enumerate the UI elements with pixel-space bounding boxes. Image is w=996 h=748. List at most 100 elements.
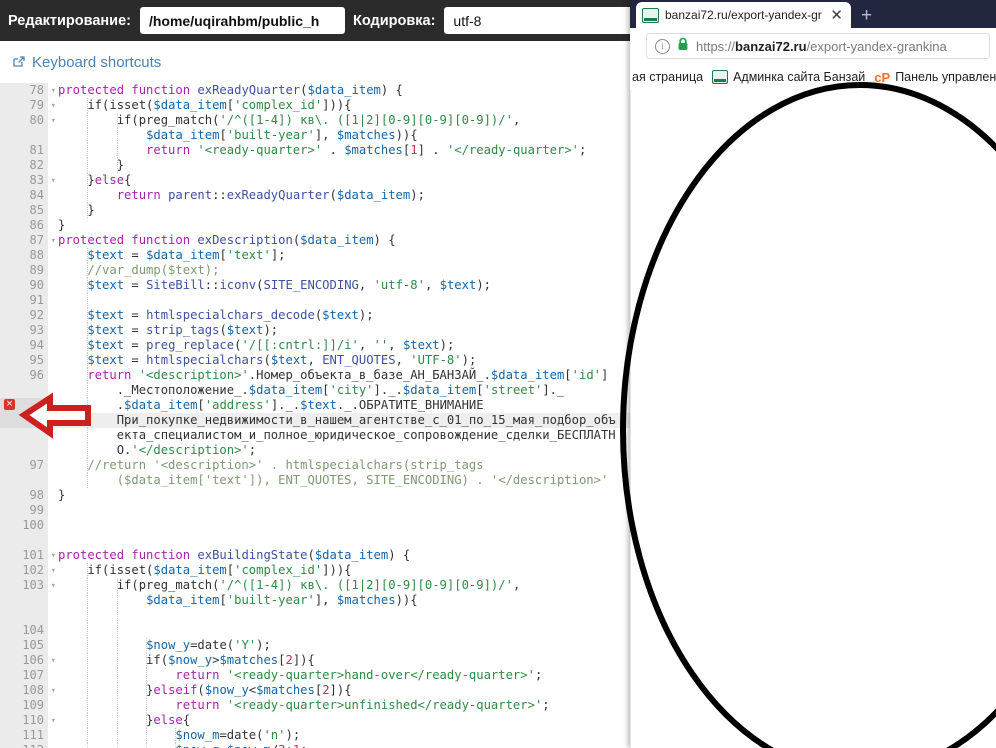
indent-guide	[87, 428, 89, 443]
code-token: $data_item	[490, 368, 565, 382]
code-token: ::	[204, 278, 220, 292]
line-number: 91	[0, 293, 48, 308]
code-token: );	[461, 353, 477, 367]
line-number	[0, 533, 48, 548]
code-token: }	[58, 683, 154, 697]
code-token: 'text'	[226, 248, 271, 262]
code-token: 3	[278, 743, 285, 748]
code-token: $text	[87, 353, 125, 367]
url-domain: banzai72.ru	[735, 38, 807, 54]
code-token: ])){	[322, 563, 352, 577]
line-number: 106 ▾	[0, 653, 56, 668]
code-token: 'UTF-8'	[410, 353, 462, 367]
indent-guide	[87, 263, 89, 278]
code-token: }	[58, 713, 154, 727]
bookmark-item[interactable]: Админка сайта Банзай	[712, 70, 865, 84]
code-token: $matches	[336, 128, 396, 142]
indent-guide	[116, 698, 119, 713]
code-token: $text	[270, 353, 308, 367]
code-token: );	[439, 338, 455, 352]
keyboard-shortcuts-link[interactable]: Keyboard shortcuts	[12, 54, 161, 71]
code-token: parent	[168, 188, 213, 202]
indent-guide	[87, 668, 89, 683]
indent-guide	[87, 638, 89, 653]
code-token: +	[286, 743, 293, 748]
code-token: =	[124, 308, 147, 322]
code-token: );	[285, 728, 301, 742]
new-tab-button[interactable]: +	[861, 6, 872, 25]
indent-guide	[145, 683, 148, 698]
code-token: else	[153, 713, 183, 727]
browser-tabstrip: banzai72.ru/export-yandex-gra ✕ +	[630, 0, 996, 28]
code-token: (	[300, 83, 308, 97]
code-token: ]._	[542, 383, 565, 397]
code-token: (	[197, 683, 205, 697]
file-path-input[interactable]: /home/uqirahbm/public_h	[139, 7, 345, 34]
code-token: $text	[322, 308, 359, 322]
code-token: [	[564, 368, 572, 382]
address-bar[interactable]: i https://banzai72.ru/export-yandex-gran…	[646, 33, 990, 59]
site-favicon-icon	[712, 70, 729, 84]
code-token: $data_item	[146, 593, 220, 607]
code-token: exReadyQuarter	[197, 83, 301, 97]
code-token: 2	[322, 683, 330, 697]
code-token: 2	[285, 653, 293, 667]
code-token: 'Y'	[234, 638, 257, 652]
indent-guide	[116, 128, 119, 143]
code-token: return	[58, 143, 198, 157]
bookmark-item[interactable]: cP Панель управления Б	[874, 70, 996, 85]
page-info-icon[interactable]: i	[655, 38, 670, 54]
code-token: preg_replace	[146, 338, 235, 352]
code-token: 'street'	[483, 383, 543, 397]
code-token: protected function	[58, 233, 198, 247]
indent-guide	[87, 458, 89, 473]
error-marker-icon[interactable]: ×	[4, 399, 15, 410]
code-token: 'city'	[329, 383, 374, 397]
close-icon[interactable]: ✕	[828, 8, 845, 23]
bookmark-item[interactable]: ая страница	[632, 70, 703, 84]
line-number: 89	[0, 263, 48, 278]
code-token: =date(	[190, 638, 235, 652]
code-token: $data_item	[153, 563, 227, 577]
indent-guide	[87, 308, 89, 323]
page-viewport[interactable]	[630, 90, 996, 748]
code-token: .	[58, 398, 125, 412]
code-token: ) {	[388, 548, 411, 562]
code-token: ._.ОБРАТИТЕ_ВНИМАНИЕ	[336, 398, 484, 412]
code-token: //var_dump($text);	[58, 263, 220, 277]
code-token: htmlspecialchars_decode	[146, 308, 315, 322]
code-token: $data_item	[146, 128, 220, 142]
code-token: При_покупке_недвижимости_в_нашем_агентст…	[58, 413, 616, 427]
line-number: 101 ▾	[0, 548, 56, 563]
browser-tab-active[interactable]: banzai72.ru/export-yandex-gra ✕	[636, 2, 851, 28]
bookmark-label: ая страница	[632, 70, 704, 84]
line-number: 85	[0, 203, 48, 218]
code-token: ENT_QUOTES	[322, 353, 396, 367]
line-number: 110 ▾	[0, 713, 56, 728]
code-token: =	[124, 338, 147, 352]
code-token: if(preg_match(	[58, 578, 220, 592]
indent-guide	[175, 728, 177, 743]
code-token: 'built-year'	[226, 593, 315, 607]
line-number: 112	[0, 743, 48, 748]
line-number: 99	[0, 503, 48, 518]
indent-guide	[116, 668, 119, 683]
code-token: $now_y	[146, 638, 191, 652]
line-number: 79 ▾	[0, 98, 56, 113]
code-token: $text	[87, 278, 125, 292]
indent-guide	[145, 743, 148, 748]
keyboard-shortcuts-label: Keyboard shortcuts	[32, 53, 162, 71]
line-number	[0, 443, 48, 458]
code-token: }	[58, 488, 66, 502]
indent-guide	[87, 698, 89, 713]
line-number: 94	[0, 338, 48, 353]
indent-guide	[87, 383, 89, 398]
indent-guide	[87, 653, 89, 668]
code-token: iconv	[219, 278, 257, 292]
indent-guide	[116, 653, 119, 668]
indent-guide	[87, 623, 89, 638]
line-number: 109	[0, 698, 48, 713]
